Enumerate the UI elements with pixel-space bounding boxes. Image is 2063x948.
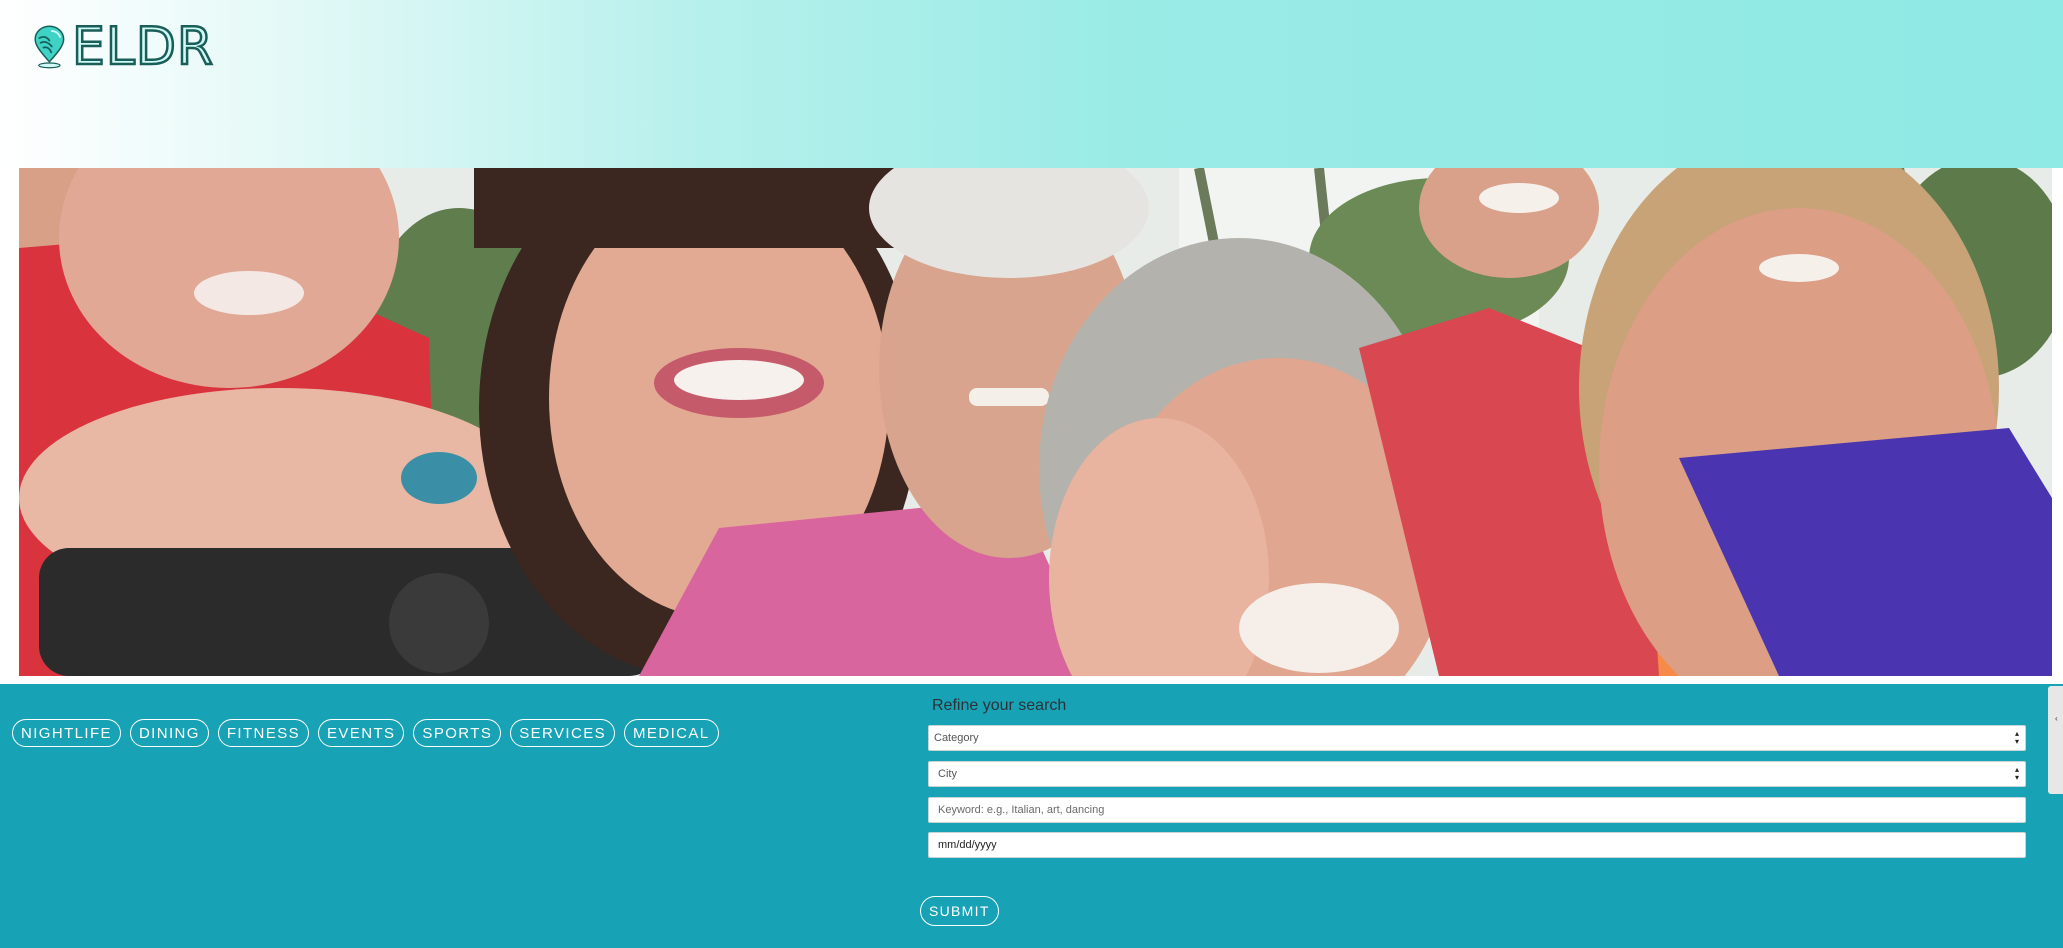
submit-button[interactable]: SUBMIT [920,896,999,926]
city-select-value: City [938,768,957,780]
select-arrows-icon: ▴ ▾ [2014,765,2019,782]
category-nightlife-button[interactable]: NIGHTLIFE [12,719,121,747]
side-feedback-tab[interactable]: ‹ [2048,686,2063,794]
category-events-button[interactable]: EVENTS [318,719,405,747]
date-placeholder: mm/dd/yyyy [938,839,997,851]
category-medical-button[interactable]: MEDICAL [624,719,719,747]
site-logo[interactable]: ELDR [34,8,214,86]
hero-photo [19,168,2052,676]
date-input[interactable]: mm/dd/yyyy [928,832,2026,858]
site-header: ELDR [0,0,2063,168]
category-sports-button[interactable]: SPORTS [413,719,502,747]
hero-illustration [19,168,2052,676]
side-tab-glyph: ‹ [2055,714,2058,723]
refine-search-title: Refine your search [932,697,1067,714]
category-services-button[interactable]: SERVICES [510,719,616,747]
category-pills: NIGHTLIFE DINING FITNESS EVENTS SPORTS S… [12,719,719,747]
category-select-value: Category [934,732,979,744]
category-fitness-button[interactable]: FITNESS [217,719,309,747]
logo-wordmark: ELDR [71,17,215,77]
select-arrows-icon: ▴ ▾ [2014,729,2019,746]
location-pin-icon [34,25,65,69]
city-select[interactable]: City ▴ ▾ [928,761,2026,787]
category-dining-button[interactable]: DINING [129,719,209,747]
keyword-input[interactable]: Keyword: e.g., Italian, art, dancing [928,797,2026,823]
category-select[interactable]: Category ▴ ▾ [928,725,2026,751]
keyword-placeholder: Keyword: e.g., Italian, art, dancing [938,804,1105,816]
search-band: NIGHTLIFE DINING FITNESS EVENTS SPORTS S… [0,684,2063,948]
